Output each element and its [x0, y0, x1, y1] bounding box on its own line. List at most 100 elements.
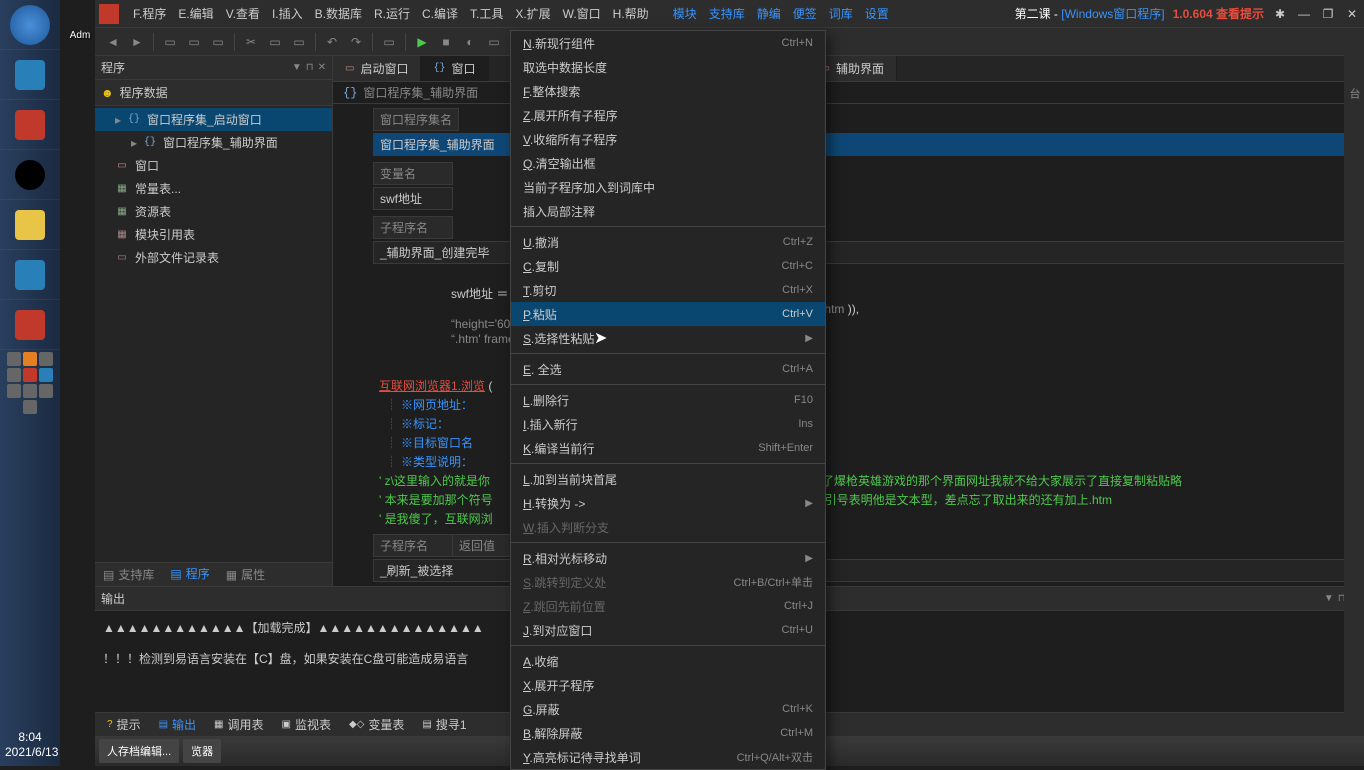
- system-tray[interactable]: [0, 350, 60, 416]
- context-menu-item[interactable]: U.撤消Ctrl+Z: [511, 230, 825, 254]
- taskbar-ie[interactable]: [0, 50, 60, 100]
- otab-output[interactable]: ▤输出: [151, 713, 204, 736]
- close-icon[interactable]: ✕: [1344, 6, 1360, 22]
- tool-forward-icon[interactable]: ►: [127, 32, 147, 52]
- otab-calltable[interactable]: ▦调用表: [206, 713, 271, 736]
- context-menu-item[interactable]: 取选中数据长度: [511, 55, 825, 79]
- context-menu-item[interactable]: P.粘贴Ctrl+V: [511, 302, 825, 326]
- taskbar-app-red[interactable]: [0, 100, 60, 150]
- tree-item-const[interactable]: ▦ 常量表...: [95, 177, 332, 200]
- tool-open-icon[interactable]: ▭: [184, 32, 204, 52]
- menu-file[interactable]: F.程序: [127, 1, 172, 26]
- context-menu-item[interactable]: B.解除屏蔽Ctrl+M: [511, 721, 825, 745]
- tree-item-module[interactable]: ▦ 模块引用表: [95, 223, 332, 246]
- tool-run-icon[interactable]: ▶: [412, 32, 432, 52]
- taskbar-app2[interactable]: [0, 250, 60, 300]
- menu-dict[interactable]: 词库: [823, 1, 859, 26]
- context-menu-item[interactable]: G.屏蔽Ctrl+K: [511, 697, 825, 721]
- menu-extension[interactable]: X.扩展: [509, 1, 556, 26]
- taskbar-app3[interactable]: [0, 300, 60, 350]
- context-menu-item[interactable]: C.复制Ctrl+C: [511, 254, 825, 278]
- taskbar-clock[interactable]: 8:04 2021/6/13: [0, 725, 60, 766]
- panel-dropdown-icon[interactable]: ▼: [292, 62, 302, 73]
- menu-settings[interactable]: 设置: [859, 1, 895, 26]
- etab-startup[interactable]: ▭ 启动窗口: [333, 56, 421, 81]
- code-editor[interactable]: 窗口程序集名 窗口程序集_辅助界面 变量名 swf地址 子程序名 _辅助界面_创…: [333, 104, 1364, 586]
- panel-dropdown-icon[interactable]: ▼: [1324, 593, 1334, 604]
- ptab-program[interactable]: ▤程序: [162, 561, 217, 586]
- context-menu-item[interactable]: H.转换为 ->▶: [511, 491, 825, 515]
- context-menu-item[interactable]: L.加到当前块首尾: [511, 467, 825, 491]
- taskbar-explorer[interactable]: [0, 200, 60, 250]
- tool-pause-icon[interactable]: ◐: [460, 32, 480, 52]
- minimize-icon[interactable]: —: [1296, 6, 1312, 22]
- tool-cut-icon[interactable]: ✂: [241, 32, 261, 52]
- ptab-support[interactable]: ▤支持库: [95, 562, 162, 586]
- tool-undo-icon[interactable]: ↶: [322, 32, 342, 52]
- taskbar-app[interactable]: 览器: [183, 739, 221, 763]
- menu-help[interactable]: H.帮助: [607, 1, 655, 26]
- menu-module[interactable]: 模块: [667, 1, 703, 26]
- otab-watch[interactable]: ▣监视表: [274, 713, 339, 736]
- context-menu-item[interactable]: 当前子程序加入到词库中: [511, 175, 825, 199]
- menu-database[interactable]: B.数据库: [309, 1, 368, 26]
- context-menu-item[interactable]: E. 全选Ctrl+A: [511, 357, 825, 381]
- menu-view[interactable]: V.查看: [220, 1, 266, 26]
- tool-save-icon[interactable]: ▭: [208, 32, 228, 52]
- ptab-property[interactable]: ▦属性: [218, 562, 273, 586]
- taskbar-app[interactable]: 人存档编辑...: [99, 739, 179, 763]
- tree-item-assist[interactable]: ▸ {} 窗口程序集_辅助界面: [95, 131, 332, 154]
- tool-step-icon[interactable]: ▭: [484, 32, 504, 52]
- etab-window[interactable]: {} 窗口: [421, 56, 488, 81]
- context-menu-item[interactable]: R.相对光标移动▶: [511, 546, 825, 570]
- taskbar-qq[interactable]: [0, 150, 60, 200]
- otab-search[interactable]: ▤搜寻1: [414, 713, 474, 736]
- desktop-label-0[interactable]: Adm: [60, 0, 100, 41]
- otab-hint[interactable]: ?提示: [99, 713, 149, 736]
- context-menu-item[interactable]: N.新现行组件Ctrl+N: [511, 31, 825, 55]
- tool-stop-icon[interactable]: ■: [436, 32, 456, 52]
- menu-static[interactable]: 静编: [751, 1, 787, 26]
- tool-new-icon[interactable]: ▭: [160, 32, 180, 52]
- tool-redo-icon[interactable]: ↷: [346, 32, 366, 52]
- context-menu-item[interactable]: S.选择性粘贴▶: [511, 326, 825, 350]
- context-menu-item[interactable]: Y.高亮标记待寻找单词Ctrl+Q/Alt+双击: [511, 745, 825, 769]
- panel-pin-icon[interactable]: ⊓: [306, 62, 314, 73]
- tool-paste-icon[interactable]: ▭: [289, 32, 309, 52]
- menu-compile[interactable]: C.编译: [416, 1, 464, 26]
- menu-edit[interactable]: E.编辑: [172, 1, 219, 26]
- menu-tools[interactable]: T.工具: [464, 1, 509, 26]
- otab-vartable[interactable]: ◆◇变量表: [341, 713, 412, 736]
- tree-item-startup[interactable]: ▸ {} 窗口程序集_启动窗口: [95, 108, 332, 131]
- tree-item-external[interactable]: ▭ 外部文件记录表: [95, 246, 332, 269]
- context-menu-item[interactable]: Z.展开所有子程序: [511, 103, 825, 127]
- context-menu-item[interactable]: T.剪切Ctrl+X: [511, 278, 825, 302]
- context-menu-item[interactable]: 插入局部注释: [511, 199, 825, 223]
- context-menu-item[interactable]: K.编译当前行Shift+Enter: [511, 436, 825, 460]
- context-menu-item[interactable]: X.展开子程序: [511, 673, 825, 697]
- context-menu-item[interactable]: Q.清空输出框: [511, 151, 825, 175]
- program-data-row[interactable]: ☻ 程序数据: [95, 80, 332, 106]
- cell-value[interactable]: swf地址: [373, 187, 453, 210]
- context-menu-item[interactable]: L.删除行F10: [511, 388, 825, 412]
- right-sidebar-strip[interactable]: 台: [1344, 28, 1364, 736]
- tool-folder-icon[interactable]: ▭: [379, 32, 399, 52]
- context-menu-item[interactable]: I.插入新行Ins: [511, 412, 825, 436]
- maximize-icon[interactable]: ❐: [1320, 6, 1336, 22]
- context-menu-item[interactable]: A.收缩: [511, 649, 825, 673]
- context-menu-item[interactable]: F.整体搜索: [511, 79, 825, 103]
- panel-close-icon[interactable]: ✕: [318, 62, 326, 73]
- tree-item-window[interactable]: ▭ 窗口: [95, 154, 332, 177]
- menu-window[interactable]: W.窗口: [557, 1, 607, 26]
- menu-support[interactable]: 支持库: [703, 1, 751, 26]
- menu-run[interactable]: R.运行: [368, 1, 416, 26]
- settings-icon[interactable]: ✱: [1272, 6, 1288, 22]
- menu-insert[interactable]: I.插入: [266, 1, 309, 26]
- context-menu-item[interactable]: V.收缩所有子程序: [511, 127, 825, 151]
- menu-note[interactable]: 便签: [787, 1, 823, 26]
- context-menu-item[interactable]: J.到对应窗口Ctrl+U: [511, 618, 825, 642]
- tree-item-resource[interactable]: ▦ 资源表: [95, 200, 332, 223]
- tool-back-icon[interactable]: ◄: [103, 32, 123, 52]
- tool-copy-icon[interactable]: ▭: [265, 32, 285, 52]
- start-button[interactable]: [0, 0, 60, 50]
